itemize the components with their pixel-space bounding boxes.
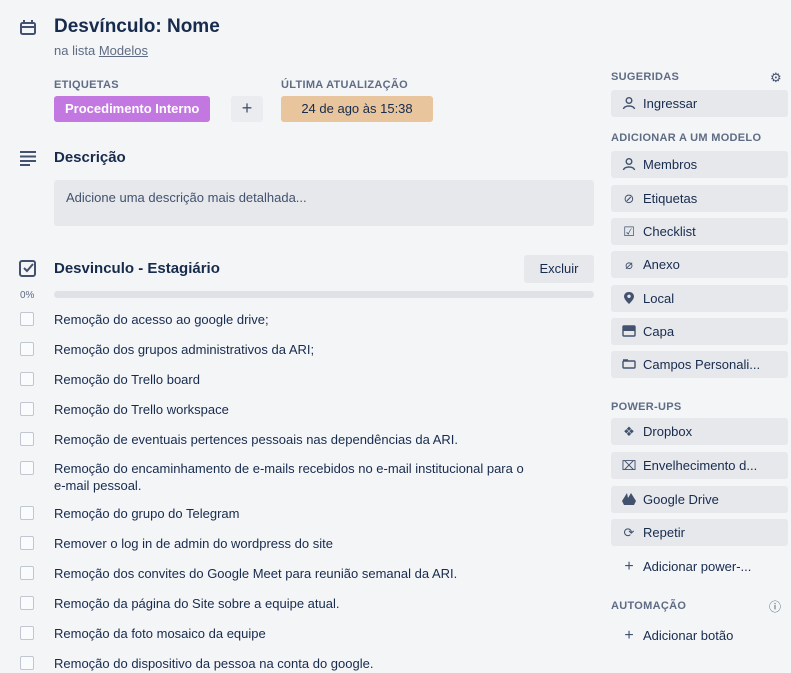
custom-fields-button[interactable]: Campos Personali... [611, 351, 788, 378]
checklist-icon: ☑ [623, 224, 635, 239]
item-checkbox[interactable] [20, 342, 34, 356]
paperclip-icon: ⌀ [625, 257, 633, 272]
item-checkbox[interactable] [20, 402, 34, 416]
label-chip[interactable]: Procedimento Interno [54, 96, 211, 122]
add-powerup-label: Adicionar power-... [643, 559, 752, 574]
item-text[interactable]: Remoção do dispositivo da pessoa na cont… [54, 655, 524, 672]
last-updated-heading: ÚLTIMA ATUALIZAÇÃO [281, 79, 408, 91]
powerups-heading: POWER-UPS [611, 401, 682, 413]
item-checkbox[interactable] [20, 566, 34, 580]
person-icon [621, 151, 637, 178]
item-text[interactable]: Remover o log in de admin do wordpress d… [54, 535, 524, 552]
location-label: Local [643, 291, 675, 306]
google-drive-label: Google Drive [643, 492, 719, 507]
repeat-label: Repetir [643, 525, 685, 540]
plus-icon: + [624, 558, 634, 575]
dropbox-icon: ❖ [623, 424, 635, 439]
item-checkbox[interactable] [20, 506, 34, 520]
custom-fields-label: Campos Personali... [643, 357, 761, 372]
join-button[interactable]: Ingressar [611, 90, 788, 117]
item-text[interactable]: Remoção do acesso ao google drive; [54, 311, 524, 328]
item-checkbox[interactable] [20, 656, 34, 670]
labels-label: Etiquetas [643, 191, 698, 206]
add-to-template-heading: ADICIONAR A UM MODELO [611, 132, 762, 144]
members-button[interactable]: Membros [611, 151, 788, 178]
checkbox-icon [18, 258, 38, 278]
list-breadcrumb: na lista Modelos [54, 43, 148, 58]
checklist-percent: 0% [20, 290, 35, 301]
item-checkbox[interactable] [20, 596, 34, 610]
tag-icon: ⊘ [623, 191, 635, 206]
add-powerup-button[interactable]: + Adicionar power-... [611, 553, 788, 580]
checklist-title[interactable]: Desvinculo - Estagiário [54, 260, 220, 277]
person-icon [621, 90, 637, 117]
aging-icon: ⌧ [621, 458, 637, 473]
item-text[interactable]: Remoção dos convites do Google Meet para… [54, 565, 524, 582]
add-label-button[interactable]: + [231, 96, 263, 122]
item-checkbox[interactable] [20, 536, 34, 550]
members-label: Membros [643, 157, 698, 172]
join-label: Ingressar [643, 96, 698, 111]
item-checkbox[interactable] [20, 432, 34, 446]
item-text[interactable]: Remoção dos grupos administrativos da AR… [54, 341, 524, 358]
labels-button[interactable]: ⊘ Etiquetas [611, 185, 788, 212]
suggested-heading: SUGERIDAS [611, 71, 680, 83]
item-text[interactable]: Remoção do Trello workspace [54, 401, 524, 418]
add-button-button[interactable]: + Adicionar botão [611, 622, 788, 649]
cover-label: Capa [643, 324, 675, 339]
item-checkbox[interactable] [20, 372, 34, 386]
pin-icon [621, 285, 637, 312]
checklist-progress-bar [54, 291, 594, 298]
item-checkbox[interactable] [20, 626, 34, 640]
item-text[interactable]: Remoção do Trello board [54, 371, 524, 388]
item-checkbox[interactable] [20, 312, 34, 326]
cover-button[interactable]: Capa [611, 318, 788, 345]
list-prefix: na lista [54, 43, 96, 58]
automation-heading: AUTOMAÇÃO [611, 600, 687, 612]
delete-checklist-button[interactable]: Excluir [524, 255, 594, 283]
list-link[interactable]: Modelos [99, 43, 148, 58]
plus-icon: + [624, 627, 634, 644]
description-title: Descrição [54, 149, 126, 166]
cover-icon [621, 318, 637, 345]
labels-heading: ETIQUETAS [54, 79, 119, 91]
item-text[interactable]: Remoção do encaminhamento de e-mails rec… [54, 460, 524, 494]
item-text[interactable]: Remoção do grupo do Telegram [54, 505, 524, 522]
attachment-button[interactable]: ⌀ Anexo [611, 251, 788, 278]
item-text[interactable]: Remoção de eventuais pertences pessoais … [54, 431, 524, 448]
google-drive-button[interactable]: Google Drive [611, 486, 788, 513]
item-text[interactable]: Remoção da página do Site sobre a equipe… [54, 595, 524, 612]
checklist-label: Checklist [643, 224, 696, 239]
card-aging-label: Envelhecimento d... [643, 458, 758, 473]
card-aging-button[interactable]: ⌧ Envelhecimento d... [611, 452, 788, 479]
lines-icon [18, 148, 38, 168]
item-checkbox[interactable] [20, 461, 34, 475]
drive-icon [621, 486, 637, 513]
repeat-icon: ⟳ [623, 525, 635, 540]
add-button-label: Adicionar botão [643, 628, 734, 643]
location-button[interactable]: Local [611, 285, 788, 312]
dropbox-button[interactable]: ❖ Dropbox [611, 418, 788, 445]
card-title[interactable]: Desvínculo: Nome [54, 16, 220, 38]
checklist-button[interactable]: ☑ Checklist [611, 218, 788, 245]
dropbox-label: Dropbox [643, 424, 693, 439]
card-icon [18, 18, 38, 38]
description-input[interactable]: Adicione uma descrição mais detalhada... [54, 180, 594, 226]
gear-icon[interactable]: ⚙ [770, 70, 782, 86]
attachment-label: Anexo [643, 257, 680, 272]
info-icon[interactable]: ⓘ [769, 598, 781, 615]
fields-icon [621, 351, 637, 378]
repeat-button[interactable]: ⟳ Repetir [611, 519, 788, 546]
card-detail-window: Desvínculo: Nome na lista Modelos ETIQUE… [0, 0, 791, 673]
item-text[interactable]: Remoção da foto mosaico da equipe [54, 625, 524, 642]
date-badge[interactable]: 24 de ago às 15:38 [281, 96, 433, 122]
